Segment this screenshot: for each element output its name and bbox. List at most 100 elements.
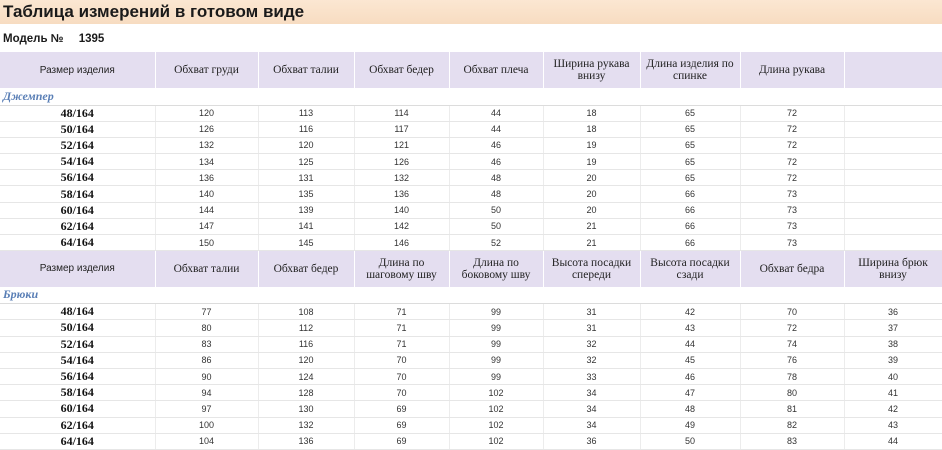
table-row: 48/164 77 108 71 99 31 42 70 36 — [0, 303, 942, 321]
value-cell: 71 — [354, 336, 450, 353]
value-cell: 36 — [844, 303, 942, 321]
value-cell: 80 — [155, 319, 259, 337]
value-cell: 80 — [740, 384, 845, 402]
value-cell: 20 — [543, 169, 641, 187]
size-cell: 52/164 — [0, 336, 156, 353]
value-cell: 99 — [449, 319, 544, 337]
table-row: 64/164 150 145 146 52 21 66 73 — [0, 234, 942, 252]
pants-header-row: Размер изделия Обхват талии Обхват бедер Дл… — [0, 250, 942, 287]
page-title: Таблица измерений в готовом виде — [0, 0, 942, 24]
size-cell: 48/164 — [0, 105, 156, 122]
value-cell: 71 — [354, 319, 450, 337]
value-cell: 72 — [740, 121, 845, 138]
model-label: Модель № — [3, 33, 64, 45]
value-cell — [844, 185, 942, 203]
value-cell: 46 — [640, 368, 741, 386]
value-cell: 50 — [449, 218, 544, 236]
value-cell: 77 — [155, 303, 259, 321]
value-cell: 32 — [543, 352, 641, 369]
value-cell: 44 — [449, 105, 544, 122]
value-cell: 114 — [354, 105, 450, 122]
column-header: Обхват талии — [155, 250, 259, 287]
value-cell: 31 — [543, 319, 641, 337]
value-cell: 70 — [354, 352, 450, 369]
value-cell: 121 — [354, 137, 450, 155]
table-row: 60/164 144 139 140 50 20 66 73 — [0, 202, 942, 219]
table-row: 50/164 80 112 71 99 31 43 72 37 — [0, 319, 942, 337]
value-cell — [844, 153, 942, 171]
column-header: Длина по боковому шву — [449, 250, 544, 287]
value-cell: 46 — [449, 153, 544, 171]
value-cell — [844, 234, 942, 252]
table-row: 50/164 126 116 117 44 18 65 72 — [0, 121, 942, 138]
column-header: Ширина брюк внизу — [844, 250, 942, 287]
value-cell: 31 — [543, 303, 641, 321]
size-cell: 52/164 — [0, 137, 156, 155]
size-cell: 54/164 — [0, 352, 156, 369]
value-cell: 72 — [740, 153, 845, 171]
column-header: Размер изделия — [0, 250, 156, 287]
value-cell: 48 — [449, 169, 544, 187]
value-cell: 97 — [155, 400, 259, 418]
value-cell: 43 — [844, 417, 942, 434]
value-cell: 116 — [258, 336, 355, 353]
value-cell: 50 — [640, 433, 741, 450]
value-cell: 70 — [354, 384, 450, 402]
table-row: 52/164 132 120 121 46 19 65 72 — [0, 137, 942, 155]
section-label: Джемпер — [0, 88, 942, 106]
size-cell: 50/164 — [0, 121, 156, 138]
value-cell: 38 — [844, 336, 942, 353]
value-cell: 19 — [543, 137, 641, 155]
value-cell: 99 — [449, 303, 544, 321]
column-header: Длина рукава — [740, 52, 845, 88]
value-cell: 34 — [543, 384, 641, 402]
column-header — [844, 52, 942, 88]
value-cell — [844, 137, 942, 155]
value-cell: 120 — [258, 352, 355, 369]
value-cell: 45 — [640, 352, 741, 369]
column-header: Обхват бедра — [740, 250, 845, 287]
column-header: Обхват бедер — [354, 52, 450, 88]
value-cell: 140 — [354, 202, 450, 219]
value-cell: 18 — [543, 105, 641, 122]
value-cell: 139 — [258, 202, 355, 219]
value-cell: 69 — [354, 400, 450, 418]
value-cell: 86 — [155, 352, 259, 369]
value-cell: 43 — [640, 319, 741, 337]
column-header: Высота посадки сзади — [640, 250, 741, 287]
value-cell: 70 — [740, 303, 845, 321]
size-cell: 56/164 — [0, 368, 156, 386]
jumper-section-row: Джемпер — [0, 88, 942, 106]
value-cell: 20 — [543, 185, 641, 203]
value-cell — [844, 121, 942, 138]
table-row: 48/164 120 113 114 44 18 65 72 — [0, 105, 942, 122]
value-cell: 104 — [155, 433, 259, 450]
value-cell: 74 — [740, 336, 845, 353]
size-cell: 48/164 — [0, 303, 156, 321]
value-cell: 94 — [155, 384, 259, 402]
table-row: 54/164 134 125 126 46 19 65 72 — [0, 153, 942, 171]
size-cell: 58/164 — [0, 384, 156, 402]
value-cell: 134 — [155, 153, 259, 171]
size-cell: 54/164 — [0, 153, 156, 171]
value-cell: 21 — [543, 234, 641, 252]
value-cell: 42 — [844, 400, 942, 418]
table-row: 58/164 140 135 136 48 20 66 73 — [0, 185, 942, 203]
size-cell: 62/164 — [0, 218, 156, 236]
value-cell: 32 — [543, 336, 641, 353]
column-header: Обхват бедер — [258, 250, 355, 287]
value-cell: 36 — [543, 433, 641, 450]
table-row: 54/164 86 120 70 99 32 45 76 39 — [0, 352, 942, 369]
value-cell — [844, 202, 942, 219]
value-cell: 140 — [155, 185, 259, 203]
jumper-section: Размер изделия Обхват груди Обхват талии Об… — [0, 52, 942, 252]
column-header: Длина изделия по спинке — [640, 52, 741, 88]
value-cell: 66 — [640, 185, 741, 203]
value-cell: 73 — [740, 234, 845, 252]
value-cell: 37 — [844, 319, 942, 337]
table-row: 64/164 104 136 69 102 36 50 83 44 — [0, 433, 942, 450]
value-cell: 65 — [640, 153, 741, 171]
value-cell: 34 — [543, 417, 641, 434]
value-cell: 100 — [155, 417, 259, 434]
value-cell: 72 — [740, 169, 845, 187]
